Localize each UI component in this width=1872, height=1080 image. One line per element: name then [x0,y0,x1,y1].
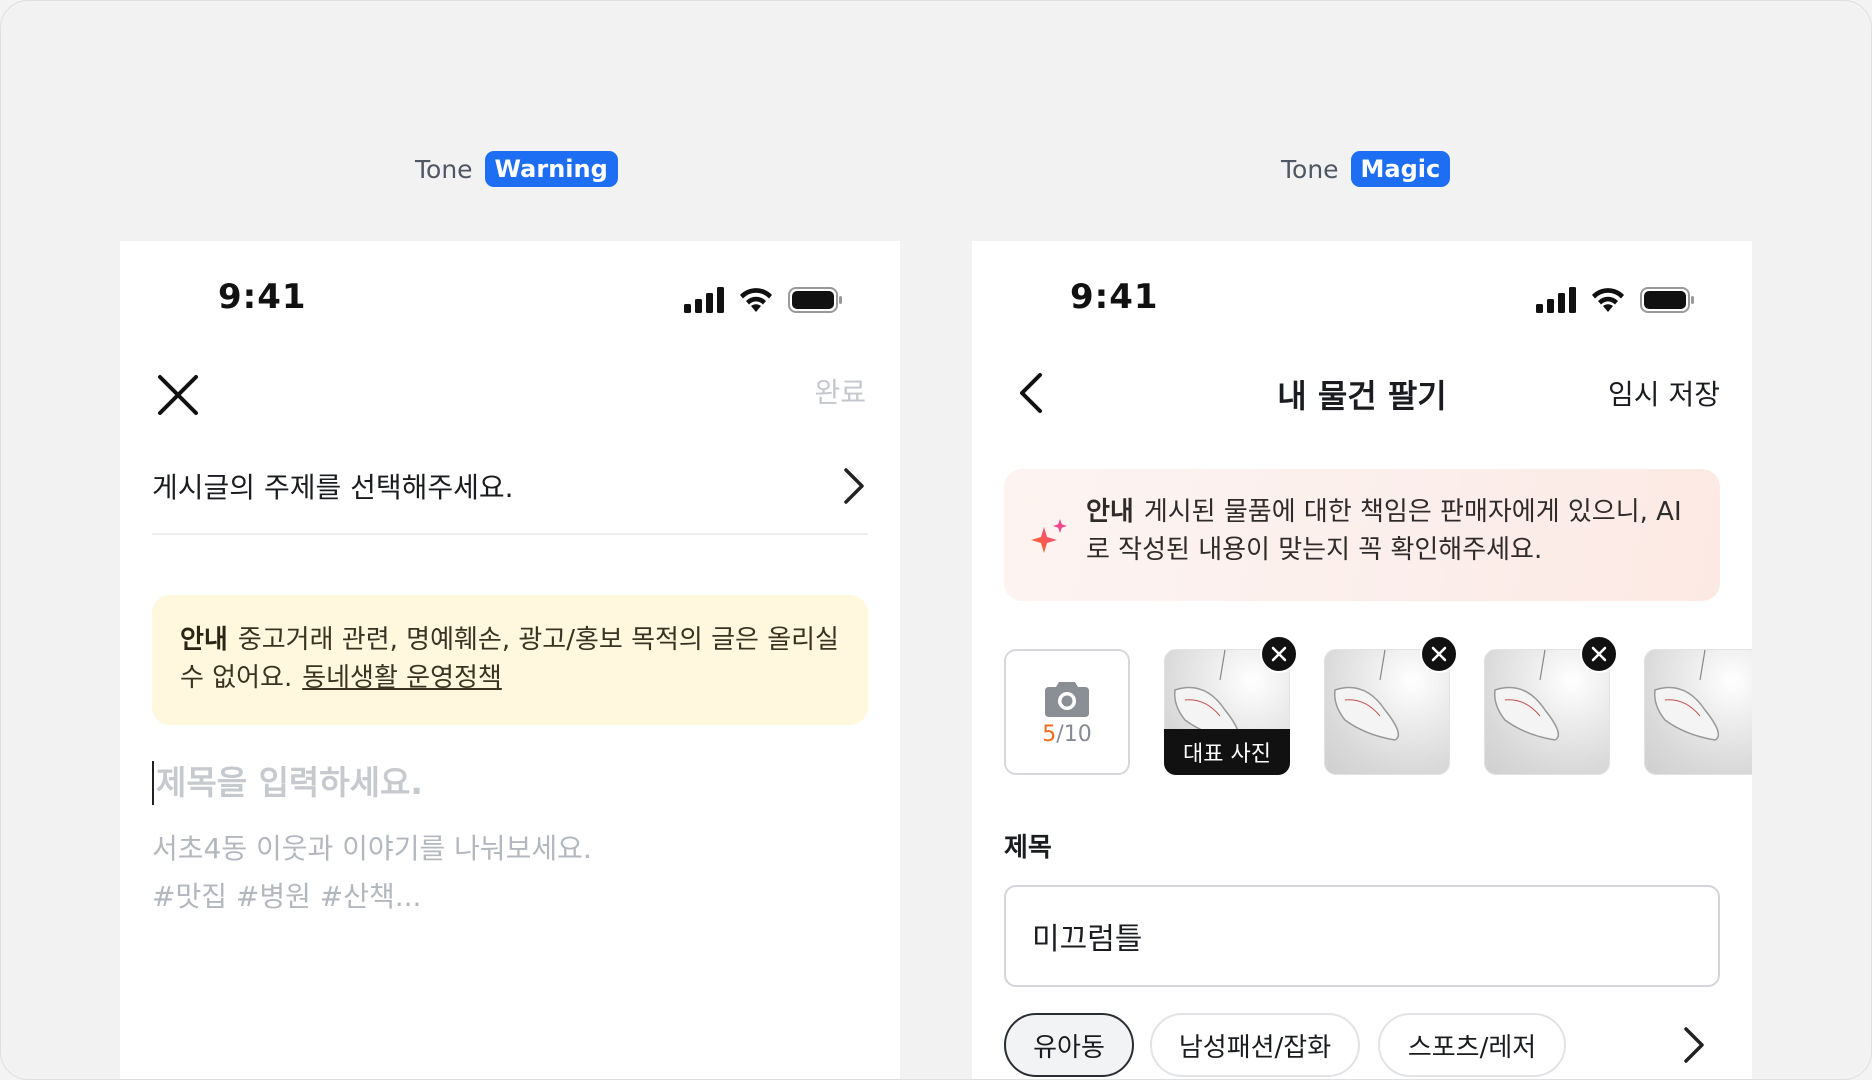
category-chip[interactable]: 남성패션/잡화 [1150,1013,1360,1077]
cellular-signal-icon [1536,287,1576,313]
tone-badge-magic: Magic [1350,151,1451,187]
close-icon [1271,646,1287,662]
policy-link[interactable]: 동네생활 운영정책 [302,663,502,693]
status-time: 9:41 [1070,277,1159,317]
photo-count-current: 5 [1042,721,1057,747]
close-icon[interactable] [154,371,202,419]
magic-callout: 안내 게시된 물품에 대한 책임은 판매자에게 있으니, AI로 작성된 내용이 … [1004,469,1720,601]
cover-photo-label: 대표 사진 [1164,729,1290,775]
status-time: 9:41 [218,277,307,317]
topic-placeholder: 게시글의 주제를 선택해주세요. [152,471,514,504]
photo-strip: 5/10 대표 사진 [1004,635,1752,779]
tone-prefix: Tone [1281,154,1339,184]
tone-badge-warning: Warning [484,151,618,187]
callout-label: 안내 [1086,497,1134,527]
cellular-signal-icon [684,287,724,313]
wifi-icon [1592,288,1624,312]
phone-warning: 9:41 완료 게시글의 주제를 선택해주세요. 안내 중고거래 관련, 명예훼… [120,241,900,1079]
category-chip[interactable]: 유아동 [1004,1013,1134,1077]
camera-icon [1045,681,1089,717]
title-field-label: 제목 [1004,833,1052,863]
battery-icon [1640,287,1694,313]
photo-thumbnail[interactable] [1324,635,1458,775]
status-bar: 9:41 [120,241,900,351]
close-icon [1591,646,1607,662]
product-image [1644,649,1752,775]
phone-magic: 9:41 내 물건 팔기 임시 저장 안내 게시된 물품에 대한 책임은 판매자… [972,241,1752,1079]
callout-label: 안내 [180,625,228,655]
battery-icon [788,287,842,313]
close-icon [1431,646,1447,662]
body-placeholder-line: 서초4동 이웃과 이야기를 나눠보세요. [152,832,592,865]
remove-photo-button[interactable] [1260,635,1298,673]
tone-label-magic: Tone Magic [1281,149,1451,189]
remove-photo-button[interactable] [1580,635,1618,673]
chevron-right-icon [844,468,864,504]
done-button[interactable]: 완료 [814,371,866,411]
title-input[interactable]: 제목을 입력하세요. [152,761,756,805]
slide-image-icon [1653,650,1720,741]
title-field[interactable]: 미끄럼틀 [1004,885,1720,987]
photo-thumbnail[interactable] [1644,649,1752,775]
photo-thumbnail[interactable] [1484,635,1618,775]
callout-text: 게시된 물품에 대한 책임은 판매자에게 있으니, AI로 작성된 내용이 맞는… [1086,497,1682,565]
chevron-right-icon[interactable] [1680,1025,1708,1065]
photo-count-total: /10 [1056,721,1092,747]
remove-photo-button[interactable] [1420,635,1458,673]
body-input[interactable]: 서초4동 이웃과 이야기를 나눠보세요. #맛집 #병원 #산책... [152,825,752,921]
add-photo-button[interactable]: 5/10 [1004,649,1130,775]
canvas: Tone Warning Tone Magic 9:41 완료 게시글의 주제를… [0,0,1872,1080]
save-draft-button[interactable]: 임시 저장 [1608,373,1720,413]
sparkle-icon [1031,519,1067,553]
tone-prefix: Tone [415,154,473,184]
callout-text: 중고거래 관련, 명예훼손, 광고/홍보 목적의 글은 올리실 수 없어요. [180,625,839,693]
topic-selector[interactable]: 게시글의 주제를 선택해주세요. [152,439,868,535]
tone-label-warning: Tone Warning [415,149,618,189]
category-chip[interactable]: 스포츠/레저 [1378,1013,1566,1077]
photo-thumbnail[interactable]: 대표 사진 [1164,635,1298,775]
warning-callout: 안내 중고거래 관련, 명예훼손, 광고/홍보 목적의 글은 올리실 수 없어요.… [152,595,868,725]
status-bar: 9:41 [972,241,1752,351]
body-placeholder-tags: #맛집 #병원 #산책... [152,880,422,913]
photo-count: 5/10 [1042,722,1091,747]
category-chips: 유아동 남성패션/잡화 스포츠/레저 [1004,1013,1724,1079]
wifi-icon [740,288,772,312]
